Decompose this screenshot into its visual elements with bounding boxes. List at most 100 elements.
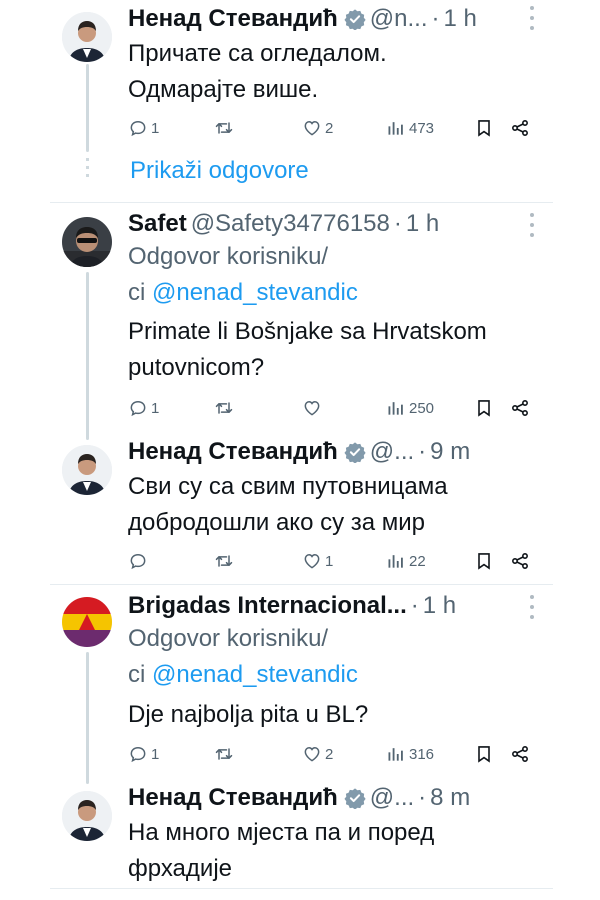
reply-mention-link[interactable]: @nenad_stevandic <box>152 661 358 688</box>
tweet-actions: 1 22 <box>128 549 538 573</box>
bookmark-button[interactable] <box>474 396 494 420</box>
divider <box>50 888 553 889</box>
reply-button[interactable] <box>128 549 151 573</box>
avatar[interactable] <box>62 445 112 495</box>
timestamp[interactable]: 8 m <box>430 783 470 813</box>
views-icon <box>386 551 406 571</box>
reply-button[interactable]: 1 <box>128 116 159 140</box>
tweet-text: Dje najbolja pita u BL? <box>128 701 369 728</box>
tweet-text: Сви су са свим путовницама добродошли ак… <box>128 473 455 536</box>
avatar[interactable] <box>62 791 112 841</box>
like-button[interactable] <box>302 396 325 420</box>
reply-icon <box>128 551 148 571</box>
share-icon <box>510 744 530 764</box>
author-name[interactable]: Ненад Стевандић <box>128 783 338 813</box>
separator-dot: · <box>431 5 440 32</box>
timestamp[interactable]: 9 m <box>430 437 470 467</box>
bookmark-icon <box>474 398 494 418</box>
tweet[interactable]: Safet @Safety34776158 · 1 h Odgovor kori… <box>50 203 553 433</box>
tweet[interactable]: Brigadas Internacional... · 1 h Odgovor … <box>50 585 553 779</box>
heart-icon <box>302 118 322 138</box>
retweet-button[interactable] <box>214 116 237 140</box>
retweet-icon <box>214 744 234 764</box>
views-icon <box>386 118 406 138</box>
tweet-text: Primate li Bošnjake sa Hrvatskom putovni… <box>128 318 494 381</box>
author-handle[interactable]: @... <box>370 437 414 467</box>
share-button[interactable] <box>510 742 530 766</box>
retweet-button[interactable] <box>214 742 237 766</box>
separator-dot: · <box>410 592 419 619</box>
bookmark-button[interactable] <box>474 742 494 766</box>
show-replies-link[interactable]: Prikaži odgovore <box>130 156 309 186</box>
heart-icon <box>302 398 322 418</box>
verified-badge-icon <box>344 441 366 463</box>
retweet-button[interactable] <box>214 549 237 573</box>
tweet[interactable]: Ненад Стевандић @n... · 1 h Причате са о… <box>50 0 553 160</box>
author-handle[interactable]: @... <box>370 783 414 813</box>
reply-button[interactable]: 1 <box>128 396 159 420</box>
author-handle[interactable]: @n... <box>370 4 428 34</box>
author-handle[interactable]: @Safety34776158 <box>191 209 390 239</box>
bookmark-button[interactable] <box>474 116 494 140</box>
bookmark-icon <box>474 744 494 764</box>
tweet-actions: 1 2 316 <box>128 742 538 766</box>
thread-container: Ненад Стевандић @n... · 1 h Причате са о… <box>50 0 553 900</box>
share-icon <box>510 118 530 138</box>
like-button[interactable]: 2 <box>302 742 333 766</box>
like-count: 1 <box>325 552 334 570</box>
share-button[interactable] <box>510 549 530 573</box>
views-icon <box>386 398 406 418</box>
more-icon[interactable] <box>529 595 535 619</box>
views-count: 22 <box>409 552 426 570</box>
bookmark-icon <box>474 118 494 138</box>
views-button[interactable]: 250 <box>386 396 434 420</box>
retweet-icon <box>214 551 234 571</box>
like-count: 2 <box>325 119 334 137</box>
share-button[interactable] <box>510 396 530 420</box>
tweet[interactable]: Ненад Стевандић @... · 8 m На много мјес… <box>50 779 553 887</box>
share-icon <box>510 551 530 571</box>
author-name[interactable]: Safet <box>128 209 187 239</box>
reply-icon <box>128 744 148 764</box>
retweet-button[interactable] <box>214 396 237 420</box>
reply-count: 1 <box>151 745 160 763</box>
avatar[interactable] <box>62 597 112 647</box>
views-count: 250 <box>409 399 435 417</box>
like-button[interactable]: 2 <box>302 116 333 140</box>
bookmark-icon <box>474 551 494 571</box>
like-button[interactable]: 1 <box>302 549 333 573</box>
views-count: 316 <box>409 745 435 763</box>
like-count: 2 <box>325 745 334 763</box>
author-name[interactable]: Brigadas Internacional... <box>128 591 407 621</box>
timestamp[interactable]: 1 h <box>406 209 439 239</box>
verified-badge-icon <box>344 787 366 809</box>
reply-mention-link[interactable]: @nenad_stevandic <box>152 279 358 306</box>
heart-icon <box>302 744 322 764</box>
retweet-icon <box>214 118 234 138</box>
bookmark-button[interactable] <box>474 549 494 573</box>
views-button[interactable]: 22 <box>386 549 426 573</box>
views-button[interactable]: 316 <box>386 742 434 766</box>
tweet-actions: 1 250 <box>128 396 538 420</box>
author-name[interactable]: Ненад Стевандић <box>128 4 338 34</box>
reply-count: 1 <box>151 399 160 417</box>
share-button[interactable] <box>510 116 530 140</box>
reply-context: Odgovor korisniku/ ci @nenad_stevandic <box>128 621 548 693</box>
separator-dot: · <box>393 210 402 237</box>
avatar[interactable] <box>62 217 112 267</box>
thread-dotted-line <box>86 158 89 180</box>
reply-button[interactable]: 1 <box>128 742 159 766</box>
timestamp[interactable]: 1 h <box>423 591 456 621</box>
more-icon[interactable] <box>529 6 535 30</box>
views-count: 473 <box>409 119 435 137</box>
timestamp[interactable]: 1 h <box>444 4 477 34</box>
views-button[interactable]: 473 <box>386 116 434 140</box>
separator-dot: · <box>418 784 427 811</box>
avatar[interactable] <box>62 12 112 62</box>
tweet-text: На много мјеста па и поред фрхадије <box>128 819 441 882</box>
more-icon[interactable] <box>529 213 535 237</box>
reply-icon <box>128 398 148 418</box>
author-name[interactable]: Ненад Стевандић <box>128 437 338 467</box>
views-icon <box>386 744 406 764</box>
tweet[interactable]: Ненад Стевандић @... · 9 m Сви су са сви… <box>50 433 553 583</box>
